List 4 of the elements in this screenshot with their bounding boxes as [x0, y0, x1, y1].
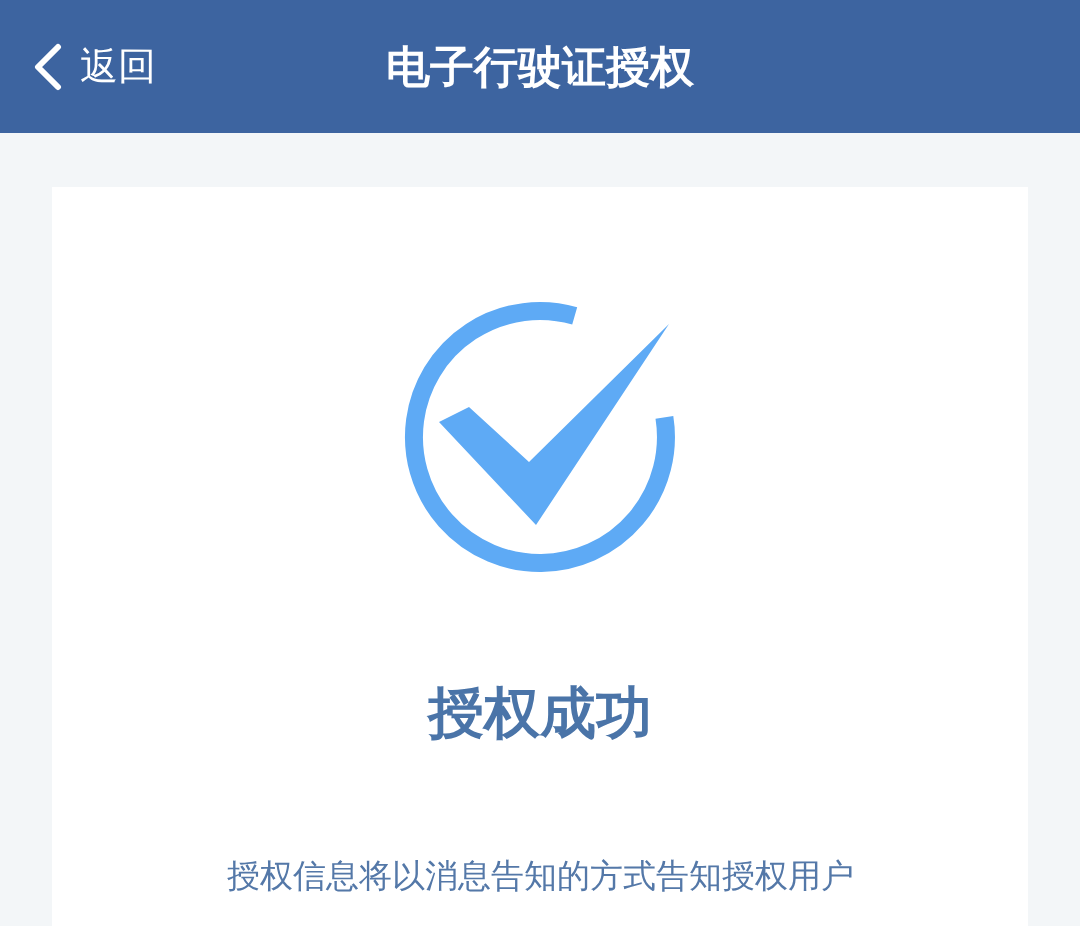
back-button[interactable]: 返回: [0, 0, 156, 133]
status-message: 授权信息将以消息告知的方式告知授权用户: [226, 855, 854, 897]
page-title: 电子行驶证授权: [386, 39, 694, 94]
status-title: 授权成功: [428, 679, 652, 747]
